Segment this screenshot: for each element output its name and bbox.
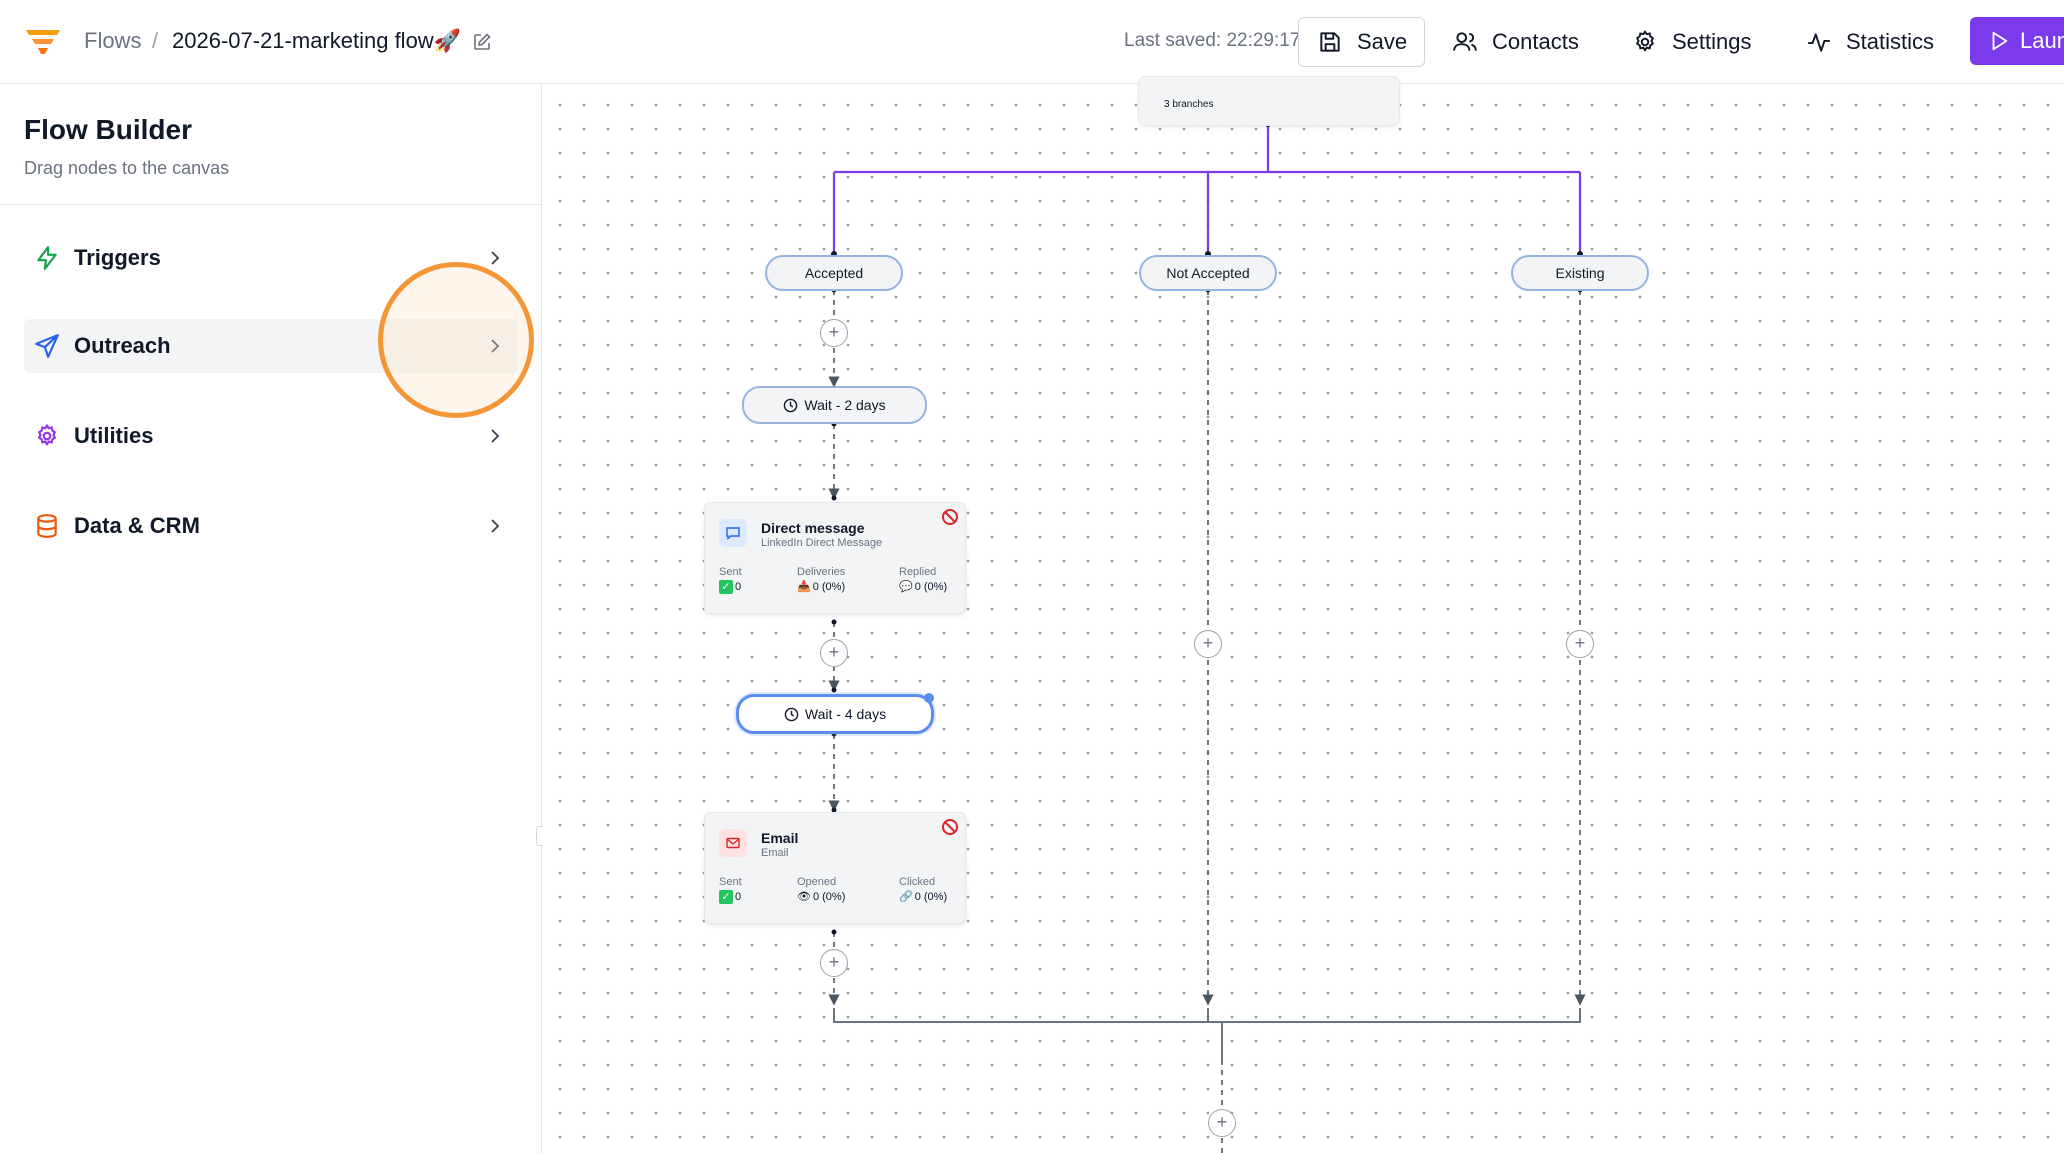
stat-value: 0 (0%) [812,890,846,903]
check-icon: ✓ [719,890,733,904]
message-icon [719,519,747,547]
link-icon: 🔗 [899,891,913,903]
eye-icon: 👁 [797,891,811,903]
stat-clicked: Clicked 🔗 0 (0%) [899,876,947,903]
clock-icon [784,707,799,721]
stat-opened: Opened 👁 0 (0%) [797,876,845,903]
stat-value: 0 [735,891,742,903]
stat-label: Sent [719,876,742,888]
branch-existing-node[interactable]: Existing [1511,255,1649,291]
stat-sent: Sent ✓ 0 [719,566,742,594]
stat-label: Clicked [899,876,936,888]
wait-label: Wait - 4 days [804,706,887,722]
stat-value: 0 (0%) [812,580,846,593]
flow-connectors [828,121,1586,1153]
stat-deliveries: Deliveries 📥 0 (0%) [797,566,845,593]
add-step-button[interactable]: + [820,949,848,977]
add-step-button[interactable]: + [1194,630,1222,658]
direct-message-node[interactable]: Direct message LinkedIn Direct Message S… [704,502,966,614]
node-subtitle: LinkedIn Direct Message [761,537,883,549]
add-step-button[interactable]: + [820,639,848,667]
branch-label: Not Accepted [1166,265,1250,281]
branch-not-accepted-node[interactable]: Not Accepted [1139,255,1277,291]
add-step-button[interactable]: + [1566,630,1594,658]
reply-bubble-icon: 💬 [899,581,913,593]
branch-label: Accepted [804,265,864,281]
clock-icon [784,398,798,412]
email-node[interactable]: Email Email Sent ✓ 0 Opened 👁 0 (0%) Click… [704,812,966,924]
stat-label: Sent [719,566,742,578]
branch-count-label: 3 branches [1164,99,1214,110]
branch-label: Existing [1555,265,1605,281]
disabled-icon[interactable] [941,818,959,836]
stat-replied: Replied 💬 0 (0%) [899,566,947,593]
envelope-icon [719,829,747,857]
stat-sent: Sent ✓ 0 [719,876,742,904]
branch-split-node[interactable]: 3 branches [1138,76,1400,126]
disabled-icon[interactable] [941,508,959,526]
stat-label: Opened [797,876,837,888]
node-title: Direct message [761,520,865,536]
node-subtitle: Email [761,847,789,859]
add-step-button[interactable]: + [820,319,848,347]
branch-accepted-node[interactable]: Accepted [765,255,903,291]
stat-value: 0 (0%) [914,890,948,903]
wait-node-2-days[interactable]: Wait - 2 days [742,386,927,424]
inbox-icon: 📥 [797,581,811,593]
stat-label: Replied [899,566,937,578]
add-step-button[interactable]: + [1208,1109,1236,1137]
stat-value: 0 [735,581,742,593]
node-title: Email [761,830,799,846]
wait-label: Wait - 2 days [804,397,886,413]
stat-value: 0 (0%) [914,580,948,593]
selection-handle[interactable] [924,693,934,703]
stat-label: Deliveries [797,566,846,578]
wait-node-4-days[interactable]: Wait - 4 days [736,694,934,734]
check-icon: ✓ [719,580,733,594]
